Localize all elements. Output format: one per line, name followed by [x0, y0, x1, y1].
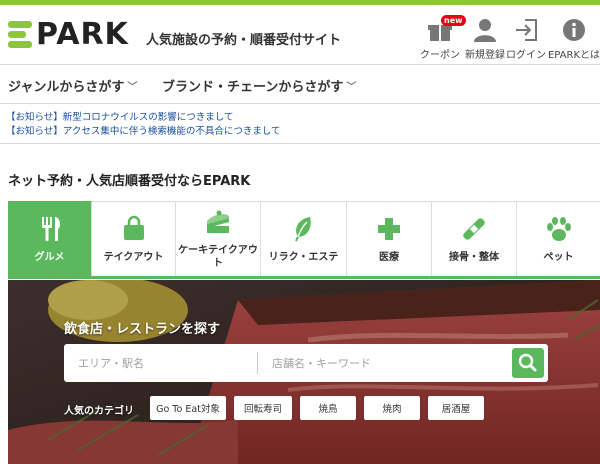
category-tabs: グルメ テイクアウト ケーキテイクアウト リラク・エステ 医療 接骨・整体 ペッ… — [8, 201, 600, 279]
gift-icon: new — [427, 15, 466, 43]
tab-label: ケーキテイクアウト — [178, 245, 258, 269]
search-button[interactable] — [512, 348, 544, 378]
hero-title: 飲食店・レストランを探す — [64, 322, 221, 337]
search-divider — [257, 352, 258, 374]
leaf-icon — [290, 215, 318, 243]
nav-register[interactable]: 新規登録 — [460, 13, 510, 61]
fork-knife-icon — [36, 215, 64, 243]
medical-cross-icon — [375, 215, 403, 243]
tab-label: テイクアウト — [103, 251, 164, 263]
nav-coupon-label: クーポン — [420, 50, 460, 61]
notice-link-search-issue[interactable]: 【お知らせ】アクセス集中に伴う検索機能の不具合につきまして — [6, 125, 594, 139]
epark-logo[interactable]: PARK — [8, 19, 129, 51]
notice-link-covid[interactable]: 【お知らせ】新型コロナウイルスの影響につきまして — [6, 111, 594, 125]
nav-about[interactable]: EPARKとは — [548, 13, 600, 61]
brand-search-menu[interactable]: ブランド・チェーンからさがす ﹀ — [162, 76, 356, 95]
genre-search-label: ジャンルからさがす — [8, 80, 125, 95]
tab-medical[interactable]: 医療 — [347, 201, 432, 276]
tab-takeout[interactable]: テイクアウト — [92, 201, 176, 276]
tab-cake-takeout[interactable]: ケーキテイクアウト — [176, 201, 261, 276]
nav-login[interactable]: ログイン — [506, 13, 546, 61]
popular-categories-label: 人気のカテゴリ — [64, 406, 134, 417]
chevron-down-icon: ﹀ — [346, 82, 357, 93]
logo-e-mark — [8, 20, 34, 50]
area-search-input[interactable] — [64, 344, 256, 382]
tab-label: ペット — [543, 251, 574, 263]
tab-label: リラク・エステ — [268, 251, 339, 263]
paw-icon — [545, 215, 573, 243]
category-chip-goto-eat[interactable]: Go To Eat対象 — [150, 396, 226, 420]
sub-navigation: ジャンルからさがす ﹀ ブランド・チェーンからさがす ﹀ — [0, 66, 600, 104]
category-chip-sushi[interactable]: 回転寿司 — [234, 396, 292, 420]
category-chip-izakaya[interactable]: 居酒屋 — [428, 396, 484, 420]
keyword-search-input[interactable] — [262, 344, 502, 382]
tab-gourmet[interactable]: グルメ — [8, 201, 92, 276]
genre-search-menu[interactable]: ジャンルからさがす ﹀ — [8, 76, 137, 95]
tab-relaxation[interactable]: リラク・エステ — [261, 201, 347, 276]
search-icon — [518, 353, 537, 372]
logo-text: PARK — [36, 17, 129, 52]
bandage-icon — [460, 215, 488, 243]
chevron-down-icon: ﹀ — [127, 82, 138, 93]
cake-icon — [204, 208, 232, 236]
login-icon — [513, 17, 539, 43]
hero-search-panel: 飲食店・レストランを探す 人気のカテゴリ Go To Eat対象 回転寿司 焼鳥… — [8, 280, 600, 464]
notice-list: 【お知らせ】新型コロナウイルスの影響につきまして 【お知らせ】アクセス集中に伴う… — [0, 106, 600, 144]
search-box — [64, 344, 548, 382]
info-icon — [561, 17, 587, 43]
bag-icon — [120, 215, 148, 243]
nav-login-label: ログイン — [506, 50, 546, 61]
tab-pet[interactable]: ペット — [517, 201, 600, 276]
site-header: PARK 人気施設の予約・順番受付サイト new クーポン 新規登録 ログイン … — [0, 5, 600, 65]
nav-coupon[interactable]: new クーポン — [418, 13, 466, 61]
category-chip-yakitori[interactable]: 焼鳥 — [300, 396, 356, 420]
tab-bonesetting[interactable]: 接骨・整体 — [432, 201, 517, 276]
tab-label: グルメ — [34, 251, 65, 263]
section-title: ネット予約・人気店順番受付ならEPARK — [8, 174, 251, 189]
category-chip-yakiniku[interactable]: 焼肉 — [364, 396, 420, 420]
user-icon — [472, 17, 498, 43]
tab-label: 医療 — [379, 251, 399, 263]
brand-search-label: ブランド・チェーンからさがす — [162, 80, 344, 95]
site-tagline: 人気施設の予約・順番受付サイト — [146, 33, 342, 48]
tab-label: 接骨・整体 — [449, 251, 499, 263]
nav-register-label: 新規登録 — [465, 50, 505, 61]
nav-about-label: EPARKとは — [547, 50, 600, 61]
